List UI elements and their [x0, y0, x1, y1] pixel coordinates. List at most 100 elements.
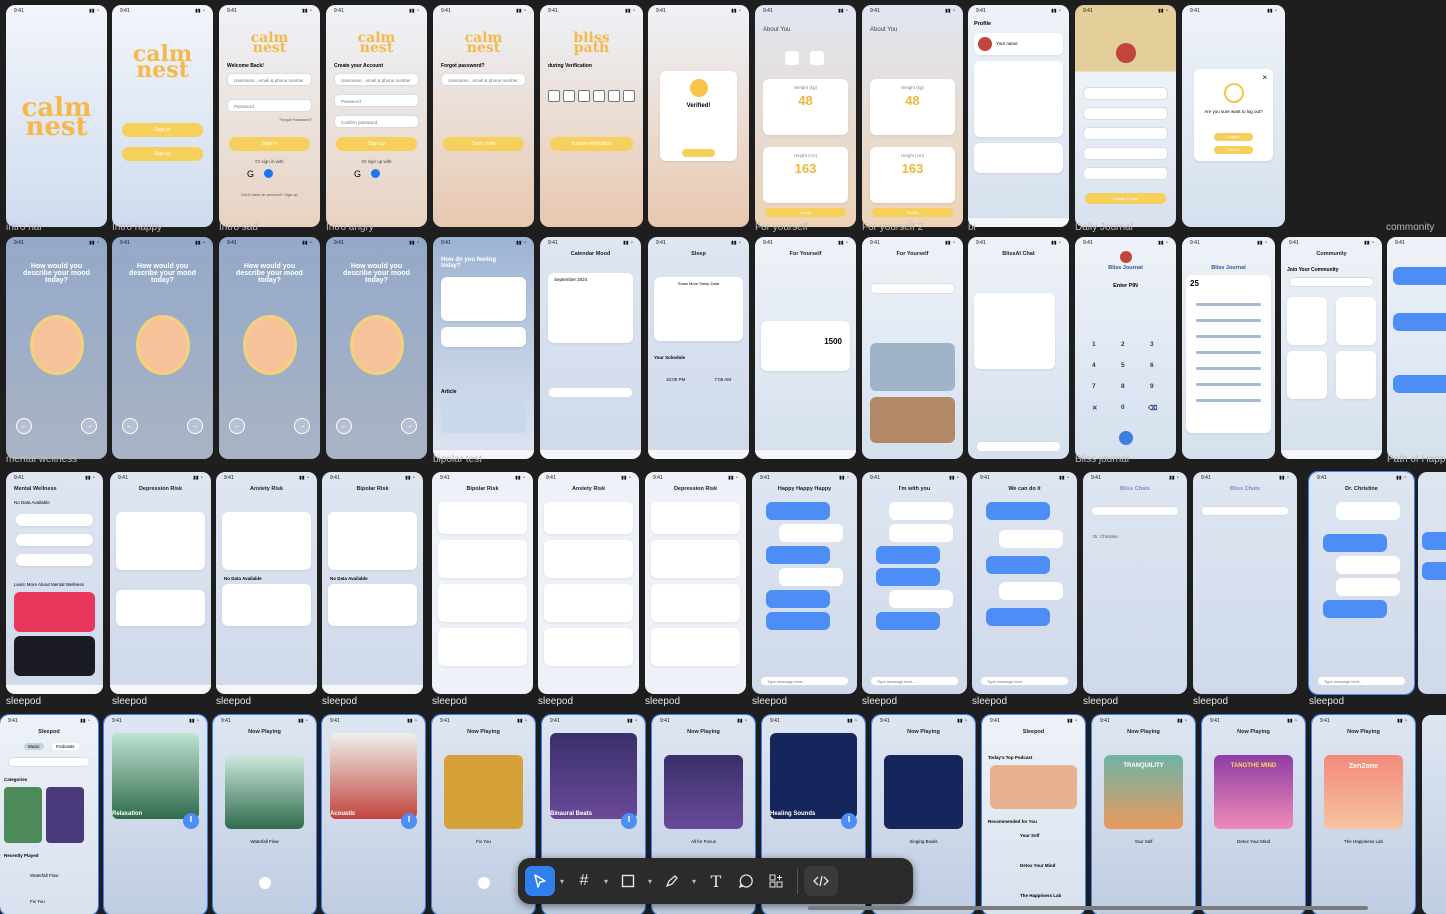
calendar-grid[interactable]: September 2024: [548, 273, 633, 343]
cancel-button[interactable]: Cancel: [1214, 146, 1253, 154]
search-input[interactable]: [8, 757, 90, 767]
pin-key-2[interactable]: 2: [1121, 341, 1125, 348]
community-card[interactable]: [1287, 297, 1327, 345]
frame-forgot-password[interactable]: 9:41 ▮▮ ◔ calm nest Forgot password? User…: [433, 5, 534, 227]
frame-sleepod-home[interactable]: 9:41 ▮▮ ◔ Sleepod Music Podcasts Categori…: [0, 714, 99, 914]
facebook-icon[interactable]: [371, 169, 380, 178]
community-card[interactable]: [1336, 297, 1376, 345]
frame-partial[interactable]: [1422, 715, 1446, 914]
prev-button[interactable]: ←: [16, 418, 32, 434]
play-pause-button[interactable]: ‖: [621, 813, 637, 829]
update-profile-button[interactable]: Update Profile: [1085, 193, 1166, 204]
frame-edit-profile[interactable]: 9:41 ▮▮ ◔ Update Profile: [1075, 5, 1176, 227]
category-card[interactable]: [46, 787, 84, 843]
set-all-button[interactable]: Set All: [872, 208, 953, 217]
frame-for-yourself-2[interactable]: 9:41 ▮▮ ◔ For Yourself: [862, 237, 963, 459]
frame-anxiety-risk[interactable]: 9:41 ▮▮ ◔ Anxiety Risk No Data Available: [216, 472, 317, 694]
phone-field[interactable]: [1083, 127, 1168, 140]
frame-profile[interactable]: 9:41 ▮▮ ◔ Profile Your name: [968, 5, 1069, 227]
frame-dr-christine[interactable]: 9:41 ▮▮ ◔ Dr. Christine Type message here…: [1308, 471, 1415, 695]
frame-about-you-2[interactable]: 9:41 ▮▮ ◔ About You Weight (kg) 48 Height…: [862, 5, 963, 227]
next-button[interactable]: →: [81, 418, 97, 434]
sleep-chart-card[interactable]: [441, 277, 526, 321]
birthday-field[interactable]: [1083, 167, 1168, 180]
question-card[interactable]: [651, 628, 740, 666]
water-intake-card[interactable]: 1500: [761, 321, 850, 371]
next-button[interactable]: →: [187, 418, 203, 434]
message-input[interactable]: Type message here...: [870, 676, 959, 686]
frame-verified[interactable]: 9:41 ▮▮ ◔ Verified!: [648, 5, 749, 227]
risk-chart[interactable]: [328, 512, 417, 570]
chat-input[interactable]: [976, 441, 1061, 452]
shape-menu-chevron-icon[interactable]: ▾: [643, 877, 657, 886]
username-field[interactable]: Username , email & phone number: [334, 73, 419, 86]
question-card[interactable]: [438, 502, 527, 534]
logout-button[interactable]: Logout: [1214, 133, 1253, 141]
mood-options[interactable]: [441, 327, 526, 347]
avatar[interactable]: [1115, 43, 1136, 63]
frame-now-playing-waterfall[interactable]: 9:41 ▮▮ ◔ Now Playing Waterfall Flow: [212, 714, 317, 914]
question-card[interactable]: [544, 540, 633, 578]
search-input[interactable]: [1289, 277, 1374, 287]
frame-calendar-mood[interactable]: 9:41 ▮▮ ◔ Calendar Mood September 2024: [540, 237, 641, 459]
podcast-title[interactable]: The Happiness Lab: [1020, 893, 1061, 898]
pin-key-7[interactable]: 7: [1092, 383, 1096, 390]
psychologist-search[interactable]: [548, 387, 633, 398]
forgot-link[interactable]: Forgot Password?: [280, 117, 312, 122]
otp-boxes[interactable]: [548, 90, 635, 102]
bottom-nav[interactable]: [648, 449, 749, 459]
facebook-icon[interactable]: [264, 169, 273, 178]
question-card[interactable]: [651, 584, 740, 622]
frame-now-playing-tranquility[interactable]: 9:41 ▮▮ ◔ Now Playing TRANQUILITY Your Se…: [1091, 714, 1196, 914]
gender-female-option[interactable]: [810, 51, 824, 65]
frame-with-you-chat[interactable]: 9:41 ▮▮ ◔ I'm with you Type message here.…: [862, 472, 967, 694]
question-card[interactable]: [438, 540, 527, 578]
frame-bliss-chats-community[interactable]: 9:41 ▮▮ ◔ Bliss Chats: [1193, 472, 1297, 694]
no-account-text[interactable]: Don't have an account? Sign up: [219, 192, 320, 197]
question-card[interactable]: [651, 502, 740, 534]
podcast-title[interactable]: Detox Your Mind: [1020, 863, 1055, 868]
music-tab[interactable]: Music: [24, 743, 44, 750]
article-image[interactable]: [14, 636, 95, 676]
frame-for-yourself[interactable]: 9:41 ▮▮ ◔ For Yourself 1500: [755, 237, 856, 459]
frame-podcasts[interactable]: 9:41 ▮▮ ◔ Sleepod Today's Top Podcast Rec…: [981, 714, 1086, 914]
frame-bipolar-questionnaire[interactable]: 9:41 ▮▮ ◔ Bipolar Risk: [432, 472, 533, 694]
weight-card[interactable]: Weight (kg) 48: [870, 79, 955, 135]
frame-verification[interactable]: 9:41 ▮▮ ◔ bliss path during Verification …: [540, 5, 643, 227]
bottom-nav[interactable]: [540, 449, 641, 459]
bottom-nav[interactable]: [968, 217, 1069, 227]
design-canvas[interactable]: 9:41 ▮▮ ◔ calm nest 9:41 ▮▮ ◔ calm nest Si…: [0, 0, 1446, 914]
prev-button[interactable]: ←: [229, 418, 245, 434]
pin-key-8[interactable]: 8: [1121, 383, 1125, 390]
message-input[interactable]: Type message here...: [980, 676, 1069, 686]
question-card[interactable]: [544, 502, 633, 534]
prev-button[interactable]: ←: [122, 418, 138, 434]
questionnaire-card[interactable]: [222, 584, 311, 626]
next-button[interactable]: →: [401, 418, 417, 434]
frame-sign-in[interactable]: 9:41 ▮▮ ◔ calm nest Welcome Back! Usernam…: [219, 5, 320, 227]
pin-key-6[interactable]: 6: [1150, 362, 1154, 369]
pin-key-4[interactable]: 4: [1092, 362, 1096, 369]
frame-journal-pin[interactable]: 9:41 ▮▮ ◔ Bliss Journal Enter PIN 1 2 3 4…: [1075, 237, 1176, 459]
more-list[interactable]: [974, 143, 1063, 173]
login-button[interactable]: [682, 149, 715, 157]
username-field[interactable]: Username , email & phone number: [227, 73, 312, 86]
sleep-chart[interactable]: Show More Sleep Data: [654, 277, 743, 341]
bipolar-risk-item[interactable]: [16, 554, 93, 566]
exercise-image[interactable]: [870, 397, 955, 443]
dev-mode-toggle[interactable]: [804, 866, 838, 896]
confirm-pin-button[interactable]: [1118, 431, 1133, 445]
question-card[interactable]: [438, 584, 527, 622]
frame-home[interactable]: 9:41 ▮▮ ◔ How do you feeling today? Artic…: [433, 237, 534, 459]
questionnaire-card[interactable]: [328, 584, 417, 626]
bottom-nav[interactable]: [755, 449, 856, 459]
search-input[interactable]: [870, 283, 955, 294]
google-icon[interactable]: G: [354, 169, 361, 179]
frame-mood-3[interactable]: 9:41 ▮▮ ◔ How would you describe your moo…: [219, 237, 320, 459]
actions-tool[interactable]: [761, 866, 791, 896]
frame-depression-risk[interactable]: 9:41 ▮▮ ◔ Depression Risk: [110, 472, 211, 694]
bottom-nav[interactable]: [6, 684, 103, 694]
password-field[interactable]: Password: [227, 99, 312, 112]
pointer-tool[interactable]: [525, 866, 555, 896]
frame-mental-wellness[interactable]: 9:41 ▮▮ ◔ Mental Wellness No Data Availab…: [6, 472, 103, 694]
